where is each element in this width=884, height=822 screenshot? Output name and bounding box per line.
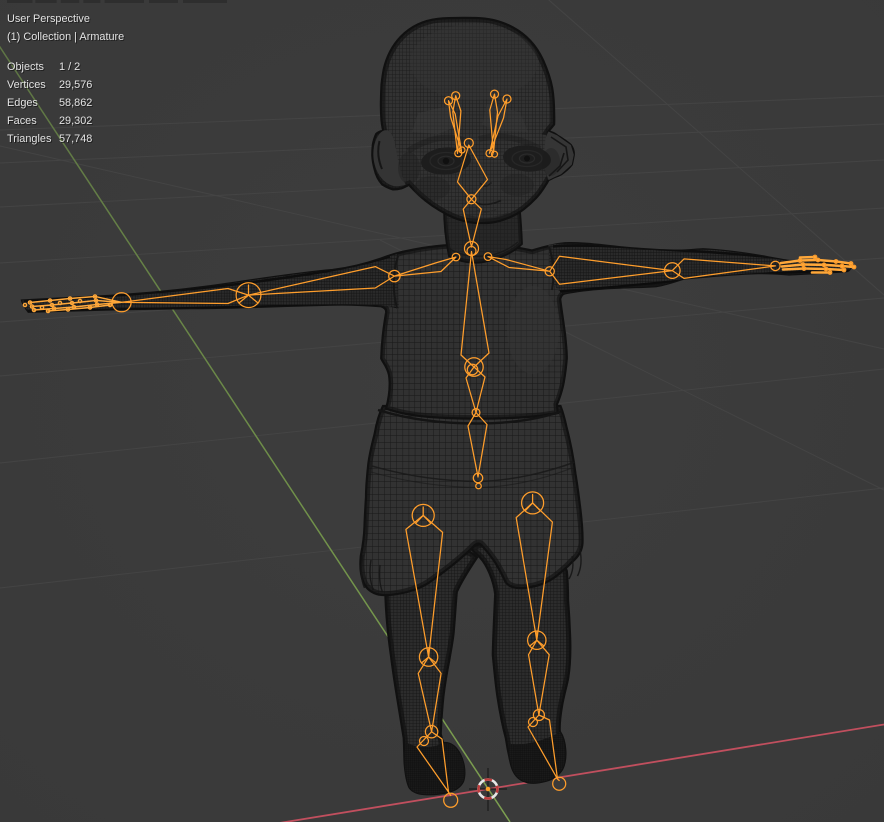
svg-text:Vertices: Vertices — [7, 79, 46, 91]
svg-text:Triangles: Triangles — [7, 133, 52, 145]
svg-text:Edges: Edges — [7, 97, 38, 109]
svg-text:29,302: 29,302 — [59, 115, 92, 127]
svg-text:57,748: 57,748 — [59, 133, 92, 145]
svg-text:1 / 2: 1 / 2 — [59, 61, 80, 73]
svg-text:29,576: 29,576 — [59, 79, 92, 91]
svg-text:Objects: Objects — [7, 61, 44, 73]
svg-text:User Perspective: User Perspective — [7, 13, 90, 25]
svg-text:(1) Collection | Armature: (1) Collection | Armature — [7, 31, 124, 43]
svg-text:Faces: Faces — [7, 115, 37, 127]
svg-text:58,862: 58,862 — [59, 97, 92, 109]
